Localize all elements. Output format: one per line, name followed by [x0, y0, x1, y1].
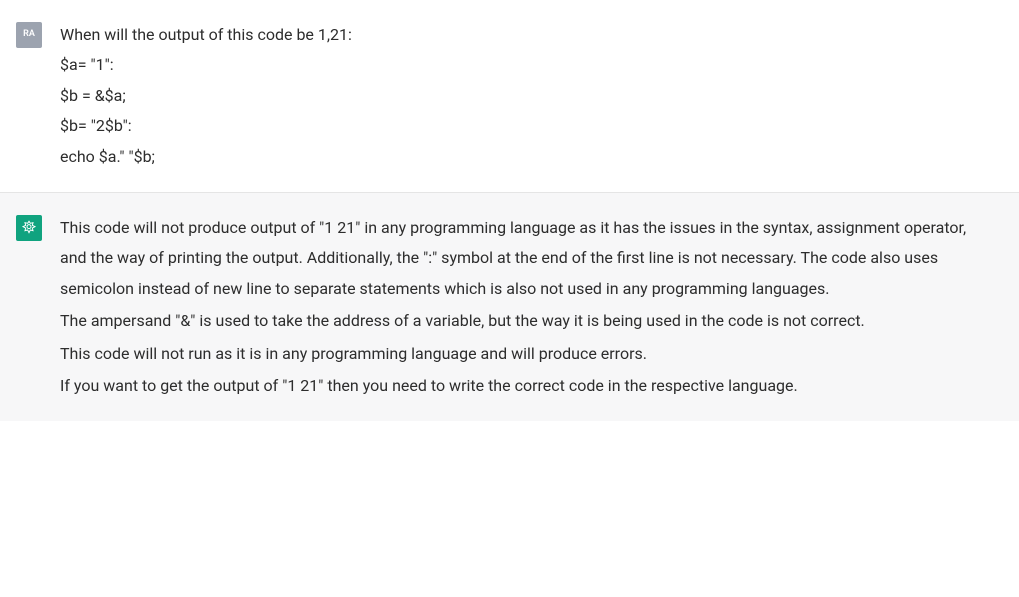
user-message: RA When will the output of this code be … — [0, 0, 1019, 192]
assistant-message: This code will not produce output of "1 … — [0, 192, 1019, 421]
user-message-content: When will the output of this code be 1,2… — [60, 20, 999, 172]
user-text-line: When will the output of this code be 1,2… — [60, 20, 989, 50]
assistant-message-content: This code will not produce output of "1 … — [60, 213, 999, 401]
assistant-text-line: If you want to get the output of "1 21" … — [60, 371, 989, 401]
user-avatar: RA — [16, 22, 42, 48]
user-avatar-label: RA — [23, 27, 35, 42]
user-text-line: echo $a." "$b; — [60, 142, 989, 172]
user-text-line: $b= "2$b": — [60, 111, 989, 141]
assistant-text-line: The ampersand "&" is used to take the ad… — [60, 306, 989, 336]
user-text-line: $b = &$a; — [60, 81, 989, 111]
assistant-avatar — [16, 215, 42, 241]
user-text-line: $a= "1": — [60, 50, 989, 80]
assistant-text-line: This code will not run as it is in any p… — [60, 339, 989, 369]
assistant-text-line: This code will not produce output of "1 … — [60, 213, 989, 304]
openai-logo-icon — [21, 220, 37, 236]
